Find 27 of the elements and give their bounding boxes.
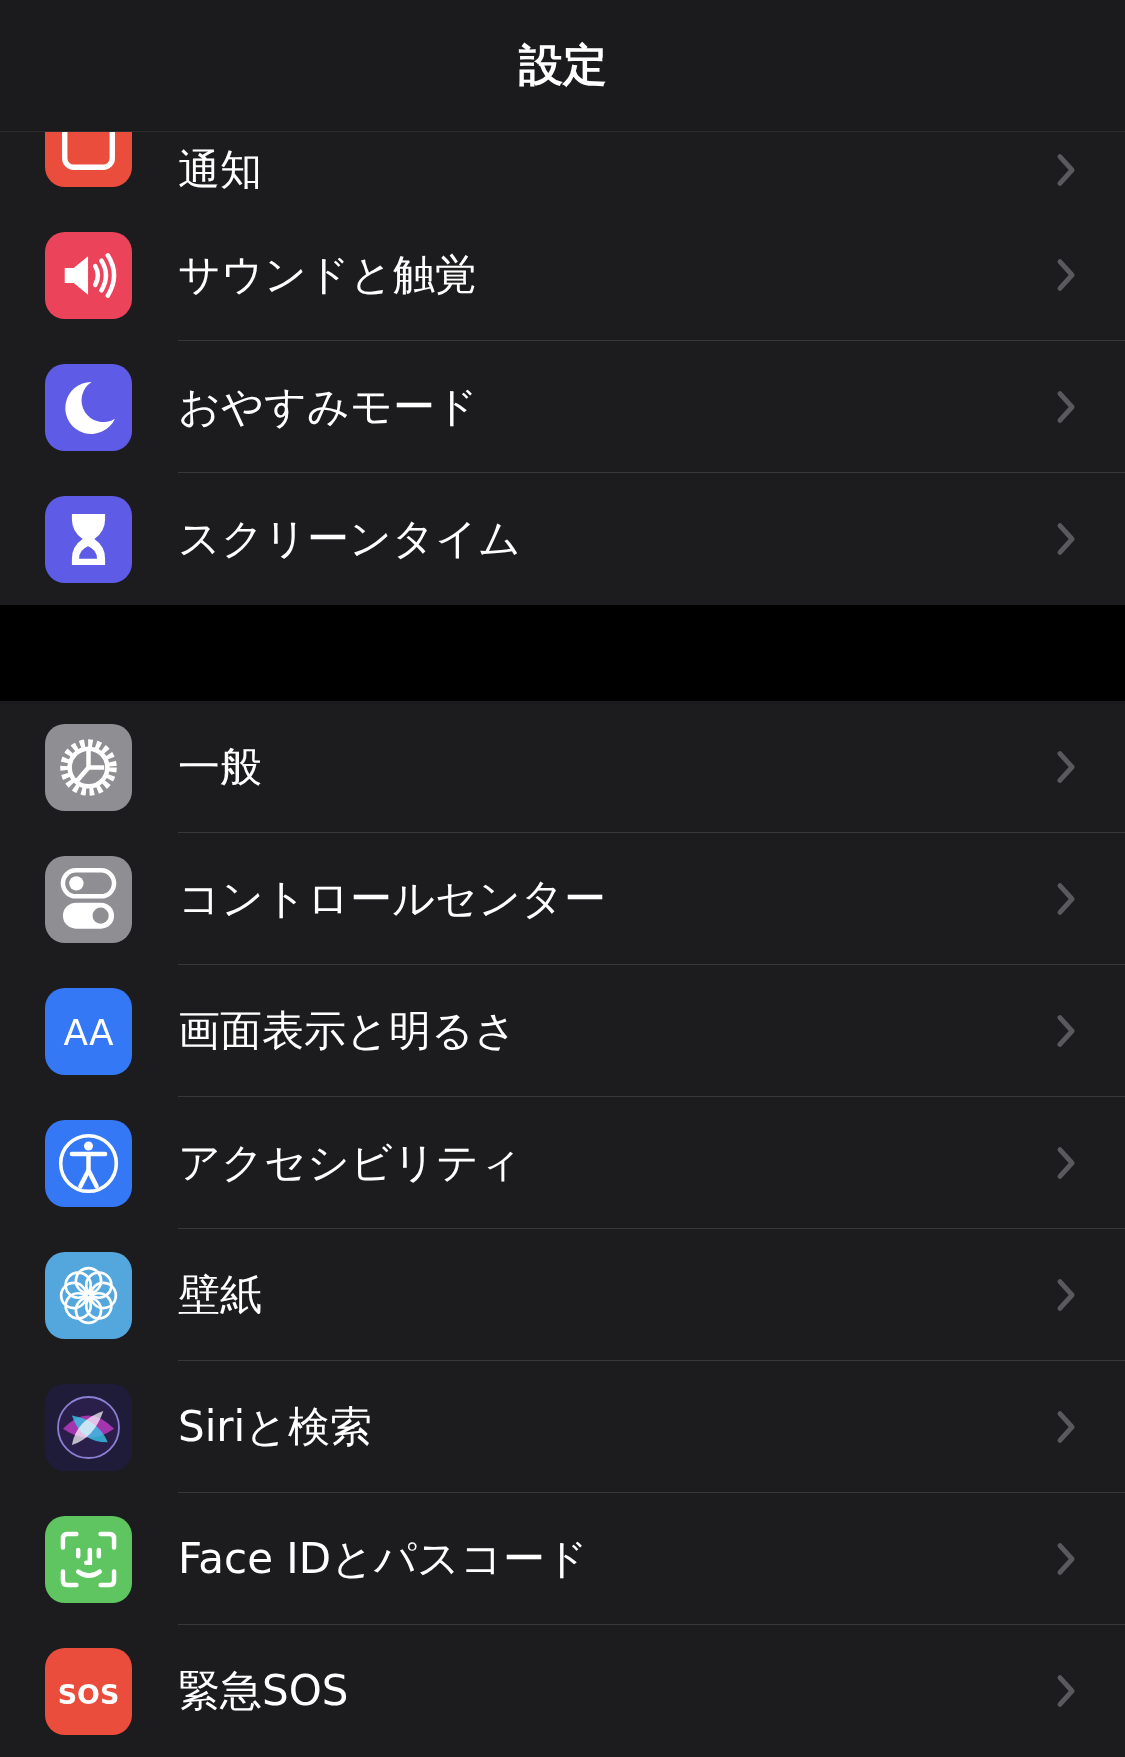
chevron-icon [1055,522,1077,556]
settings-row[interactable]: 壁紙 [0,1229,1125,1361]
settings-row[interactable]: 一般 [0,701,1125,833]
chevron-icon [1055,1277,1077,1312]
chevron-icon [1055,881,1077,916]
chevron-icon [1055,257,1077,292]
chevron-icon [1055,389,1077,424]
chevron-icon [1055,1409,1077,1444]
settings-row[interactable]: スクリーンタイム [0,473,1125,605]
settings-row[interactable]: アクセシビリティ [0,1097,1125,1229]
settings-row[interactable]: SOS 緊急SOS [0,1625,1125,1757]
settings-row[interactable]: コントロールセンター [0,833,1125,965]
settings-row[interactable]: 通知 [0,132,1125,209]
settings-row[interactable]: Siriと検索 [0,1361,1125,1493]
chevron-icon [1055,152,1077,187]
settings-row[interactable]: おやすみモード [0,341,1125,473]
chevron-icon [1055,1013,1077,1048]
settings-row[interactable]: AA 画面表示と明るさ [0,965,1125,1097]
settings-row[interactable]: サウンドと触覚 [0,209,1125,341]
chevron-icon [1055,1145,1077,1180]
chevron-icon [1055,1674,1077,1708]
chevron-icon [1055,749,1077,784]
chevron-icon [1055,1541,1077,1576]
text-size-icon: AA [45,987,132,1075]
screen-title: 設定 [518,38,607,92]
settings-row[interactable]: Face IDとパスコード [0,1493,1125,1625]
sos-icon: SOS [45,1647,132,1735]
